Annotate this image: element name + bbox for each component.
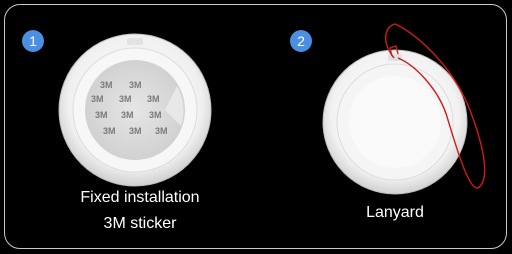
svg-text:3M: 3M bbox=[95, 110, 108, 120]
svg-text:3M: 3M bbox=[147, 94, 160, 104]
step-badge-2: 2 bbox=[290, 30, 312, 52]
svg-text:3M: 3M bbox=[91, 94, 104, 104]
svg-text:3M: 3M bbox=[155, 126, 168, 136]
caption-line: 3M sticker bbox=[103, 215, 177, 232]
caption-fixed-installation: Fixed installation 3M sticker bbox=[60, 185, 220, 237]
svg-text:3M: 3M bbox=[129, 80, 142, 90]
svg-text:3M: 3M bbox=[119, 94, 132, 104]
svg-text:3M: 3M bbox=[121, 110, 134, 120]
svg-text:3M: 3M bbox=[100, 80, 113, 90]
device-sticker-image: 3M 3M 3M 3M 3M 3M 3M 3M 3M 3M 3M bbox=[58, 33, 212, 187]
caption-line: Fixed installation bbox=[80, 189, 200, 206]
caption-lanyard: Lanyard bbox=[330, 200, 460, 226]
caption-line: Lanyard bbox=[366, 204, 424, 221]
device-lanyard-image bbox=[322, 23, 486, 195]
svg-text:3M: 3M bbox=[149, 110, 162, 120]
svg-text:3M: 3M bbox=[103, 126, 116, 136]
step-badge-1: 1 bbox=[22, 30, 44, 52]
svg-text:3M: 3M bbox=[129, 126, 142, 136]
